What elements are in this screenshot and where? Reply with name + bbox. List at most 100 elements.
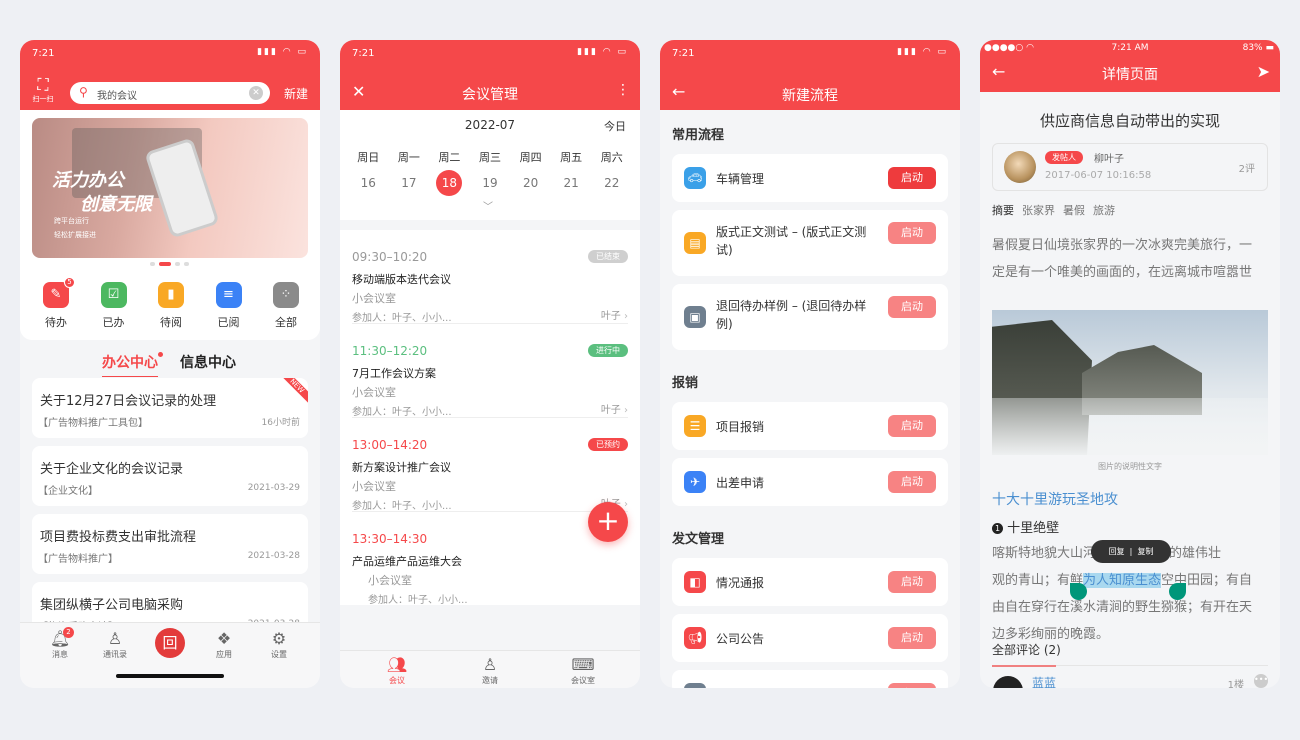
nav-meeting[interactable]: 👥︎ 会议 bbox=[372, 655, 422, 686]
chevron-down-icon[interactable]: ﹀ bbox=[483, 198, 493, 213]
item-tag: 【企业文化】 bbox=[38, 486, 98, 497]
weekday-label: 周六 bbox=[600, 151, 623, 164]
meeting-item[interactable]: 13:30–14:30 产品运维产品运维大会 小会议室 参加人：叶子、小小... bbox=[352, 512, 628, 606]
nav-messages[interactable]: 🔔︎ 消息 2 bbox=[35, 627, 85, 660]
meeting-item[interactable]: 11:30–12:20 7月工作会议方案 小会议室 参加人：叶子、小小... 进行… bbox=[352, 324, 628, 418]
today-button[interactable]: 今日 bbox=[604, 118, 626, 134]
start-button[interactable]: 启动 bbox=[888, 167, 936, 189]
item-tag: 【广告物料推广工具包】 bbox=[38, 418, 148, 429]
nav-contacts[interactable]: ♙ 通讯录 bbox=[90, 629, 140, 660]
meeting-item[interactable]: 09:30–10:20 移动端版本迭代会议 小会议室 参加人：叶子、小小... 已… bbox=[352, 230, 628, 324]
selection-handle-right[interactable] bbox=[1169, 583, 1186, 600]
scan-icon: ⛶ bbox=[37, 75, 49, 94]
tab-office-center[interactable]: 办公中心 bbox=[102, 352, 163, 377]
flow-item[interactable]: 📢︎ 公司公告 启动 bbox=[672, 614, 948, 662]
avatar[interactable] bbox=[1004, 151, 1036, 183]
copy-button[interactable]: 复制 bbox=[1137, 547, 1153, 556]
commenter-avatar[interactable] bbox=[993, 676, 1023, 688]
clear-icon[interactable]: ✕ bbox=[249, 86, 263, 100]
author-name[interactable]: 柳叶子 bbox=[1094, 150, 1124, 165]
flow-item[interactable]: ◧ 情况通报 启动 bbox=[672, 558, 948, 606]
scan-button[interactable]: ⛶ 扫一扫 bbox=[30, 76, 56, 104]
start-button[interactable]: 启动 bbox=[888, 296, 936, 318]
calendar-date[interactable]: 22 bbox=[591, 170, 632, 196]
send-icon[interactable]: ➤ bbox=[1257, 62, 1270, 81]
start-button[interactable]: 启动 bbox=[888, 683, 936, 688]
nav-settings[interactable]: ⚙ 设置 bbox=[254, 629, 304, 660]
tags-label: 摘要 bbox=[992, 204, 1014, 217]
signal-wifi-battery-icon: ▮▮▮ ◠ ▭ bbox=[897, 47, 948, 57]
new-flow-screen: 7:21 ▮▮▮ ◠ ▭ ← 新建流程 常用流程 🚗︎ 车辆管理 启动 ▤ 版式正… bbox=[660, 40, 960, 688]
meeting-time: 13:30–14:30 bbox=[352, 532, 428, 546]
start-button[interactable]: 启动 bbox=[888, 571, 936, 593]
calendar-date[interactable]: 16 bbox=[348, 170, 389, 196]
flow-item[interactable]: 🚗︎ 车辆管理 启动 bbox=[672, 154, 948, 202]
section-title[interactable]: 十大十里游玩圣地攻 bbox=[992, 489, 1118, 509]
list-item[interactable]: 关于企业文化的会议记录 【企业文化】 2021-03-29 bbox=[32, 446, 308, 506]
grid-icon: ⁘ bbox=[273, 282, 299, 308]
chevron-right-icon: › bbox=[624, 405, 628, 416]
selection-handle-left[interactable] bbox=[1070, 583, 1087, 600]
start-button[interactable]: 启动 bbox=[888, 222, 936, 244]
search-icon: ⚲ bbox=[79, 85, 88, 99]
calendar-date[interactable]: 19 bbox=[470, 170, 511, 196]
nav-home-center-button[interactable]: 回 bbox=[155, 628, 185, 658]
shortcut-read[interactable]: ≡ 已阅 bbox=[214, 282, 244, 330]
nav-apps[interactable]: ❖ 应用 bbox=[199, 629, 249, 660]
commenter-name[interactable]: 蓝蓝 bbox=[1032, 674, 1056, 688]
banner-pagination[interactable] bbox=[150, 262, 189, 266]
shortcut-grid[interactable]: ⁘ 全部 bbox=[271, 282, 301, 330]
weekday-label: 周日 bbox=[357, 151, 380, 164]
more-icon[interactable]: ⋮ bbox=[616, 82, 630, 98]
meeting-item[interactable]: 13:00–14:20 新方案设计推广会议 小会议室 参加人：叶子、小小... 已… bbox=[352, 418, 628, 512]
calendar-date[interactable]: 20 bbox=[510, 170, 551, 196]
banner[interactable]: 活力办公 创意无限 跨平台运行 轻松扩展接进 bbox=[32, 118, 308, 258]
item-title: 关于12月27日会议记录的处理 bbox=[40, 394, 217, 409]
flow-item[interactable]: ▣ 退回待办样例 – (退回待办样例) 启动 bbox=[672, 284, 948, 350]
flow-item[interactable]: ▤ 版式正文测试 – (版式正文测试) 启动 bbox=[672, 210, 948, 276]
calendar-date[interactable]: 18 bbox=[429, 170, 470, 196]
meeting-host: 叶子 › bbox=[600, 311, 628, 322]
start-button[interactable]: 启动 bbox=[888, 627, 936, 649]
shortcut-to-read[interactable]: ▮ 待阅 bbox=[156, 282, 186, 330]
reply-button[interactable]: 回复 bbox=[1109, 547, 1125, 556]
add-meeting-button[interactable]: + bbox=[588, 502, 628, 542]
flow-item[interactable]: ▣ 公司发文 启动 bbox=[672, 670, 948, 688]
plane-icon: ✈ bbox=[684, 471, 706, 493]
logo-icon: 回 bbox=[162, 634, 178, 652]
flow-item[interactable]: ✈ 出差申请 启动 bbox=[672, 458, 948, 506]
status-time: 7:21 AM bbox=[1111, 43, 1149, 53]
calendar-date[interactable]: 21 bbox=[551, 170, 592, 196]
flow-item[interactable]: ☰ 项目报销 启动 bbox=[672, 402, 948, 450]
status-time: 7:21 bbox=[672, 48, 695, 59]
tag[interactable]: 旅游 bbox=[1093, 202, 1115, 218]
calendar-date[interactable]: 17 bbox=[389, 170, 430, 196]
shortcut-done[interactable]: ☑ 已办 bbox=[99, 282, 129, 330]
flow-label: 退回待办样例 – (退回待办样例) bbox=[716, 299, 867, 331]
tab-info-center[interactable]: 信息中心 bbox=[180, 352, 236, 372]
calendar-month: 2022-07 bbox=[464, 118, 516, 132]
list-item[interactable]: 关于12月27日会议记录的处理 【广告物料推广工具包】 16小时前 NEW bbox=[32, 378, 308, 438]
nav-meeting-room[interactable]: ⌨ 会议室 bbox=[558, 655, 608, 686]
tag[interactable]: 暑假 bbox=[1063, 202, 1085, 218]
page-title: 会议管理 bbox=[462, 87, 518, 103]
new-ribbon: NEW bbox=[276, 378, 308, 407]
selected-text[interactable]: 为人知原生态 bbox=[1083, 573, 1162, 588]
shortcut-label: 已阅 bbox=[217, 316, 240, 329]
list-item[interactable]: 项目费投标费支出审批流程 【广告物料推广】 2021-03-28 bbox=[32, 514, 308, 574]
article-image[interactable] bbox=[992, 310, 1268, 455]
start-button[interactable]: 启动 bbox=[888, 471, 936, 493]
banner-title2: 创意无限 bbox=[80, 194, 152, 215]
tag[interactable]: 张家界 bbox=[1022, 202, 1055, 218]
more-icon[interactable]: ••• bbox=[1254, 674, 1268, 688]
start-button[interactable]: 启动 bbox=[888, 415, 936, 437]
new-button[interactable]: 新建 bbox=[284, 85, 308, 102]
nav-invite[interactable]: ♙ 邀请 bbox=[465, 655, 515, 686]
contacts-icon: ♙ bbox=[107, 629, 123, 648]
weekday-label: 周一 bbox=[397, 151, 420, 164]
shortcut-todo[interactable]: ✎ 待办 5 bbox=[41, 277, 75, 330]
doc-icon: ▤ bbox=[684, 232, 706, 254]
meeting-screen: 7:21 ▮▮▮ ◠ ▭ ✕ 会议管理 ⋮ 2022-07 今日 周日 周一 周二 周三… bbox=[340, 40, 640, 688]
search-input[interactable]: ⚲ 我的会议 ✕ bbox=[70, 82, 270, 104]
signal-wifi-battery-icon: ▮▮▮ ◠ ▭ bbox=[257, 47, 308, 57]
